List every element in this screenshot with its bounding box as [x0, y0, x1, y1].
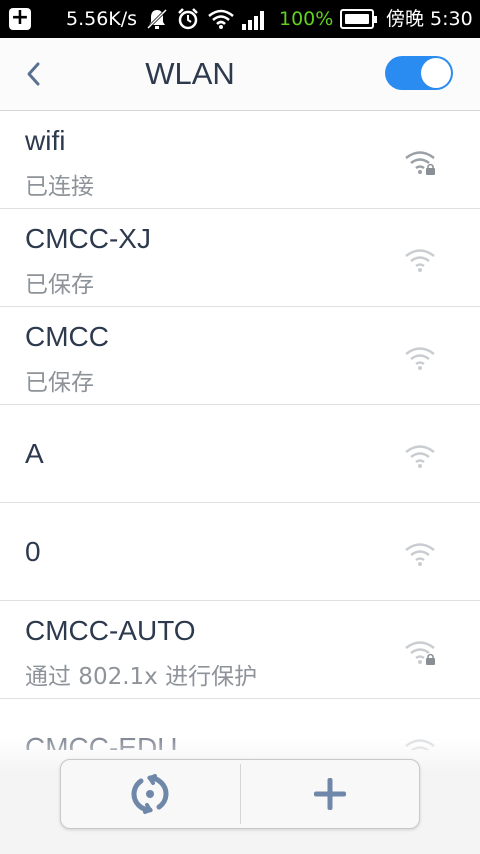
- clock: 傍晚 5:30: [386, 8, 473, 30]
- battery-charging-icon: [340, 9, 377, 29]
- add-icon: +: [9, 5, 31, 30]
- bottom-button-bar: [60, 759, 420, 829]
- add-network-button[interactable]: [241, 760, 420, 828]
- add-icon: [313, 778, 346, 810]
- status-bar: + 5.56K/s 100% 傍晚 5:30: [0, 0, 480, 38]
- wifi-signal-icon: [405, 445, 435, 468]
- wifi-signal-icon: [405, 543, 435, 566]
- network-ssid: A: [25, 438, 44, 469]
- wlan-toggle[interactable]: [385, 56, 453, 90]
- network-speed: 5.56K/s: [66, 8, 138, 30]
- header: WLAN: [0, 38, 480, 111]
- page-title: WLAN: [145, 56, 235, 91]
- network-status: 通过 802.1x 进行保护: [25, 664, 258, 690]
- network-ssid: 0: [25, 536, 41, 567]
- network-list: wifi 已连接 CMCC-XJ 已保存 CMCC 已保存 A 0 CMCC-AUTO 通过 80…: [0, 111, 480, 750]
- network-ssid: CMCC-XJ: [25, 223, 151, 254]
- network-row[interactable]: CMCC 已保存: [0, 307, 480, 405]
- network-row[interactable]: CMCC-XJ 已保存: [0, 209, 480, 307]
- network-ssid: wifi: [25, 125, 66, 156]
- signal-icon: [242, 11, 264, 30]
- network-row[interactable]: 0: [0, 503, 480, 601]
- network-status: 已保存: [25, 272, 94, 298]
- refresh-icon: [131, 774, 169, 814]
- wifi-lock-icon: [405, 641, 435, 665]
- alarm-icon: [178, 8, 198, 30]
- network-row[interactable]: CMCC-AUTO 通过 802.1x 进行保护: [0, 601, 480, 699]
- wifi-signal-icon: [405, 249, 435, 272]
- toggle-knob: [421, 58, 451, 88]
- network-ssid: CMCC: [25, 321, 109, 352]
- wifi-icon: [208, 9, 234, 29]
- network-status: 已保存: [25, 370, 94, 396]
- network-ssid: CMCC-AUTO: [25, 615, 196, 646]
- wifi-lock-icon: [405, 151, 435, 175]
- battery-percent: 100%: [279, 8, 334, 30]
- wifi-signal-icon: [405, 347, 435, 370]
- refresh-button[interactable]: [61, 760, 240, 828]
- network-status: 已连接: [25, 174, 94, 200]
- network-row[interactable]: A: [0, 405, 480, 503]
- bell-muted-icon: [146, 8, 168, 30]
- network-row[interactable]: wifi 已连接: [0, 111, 480, 209]
